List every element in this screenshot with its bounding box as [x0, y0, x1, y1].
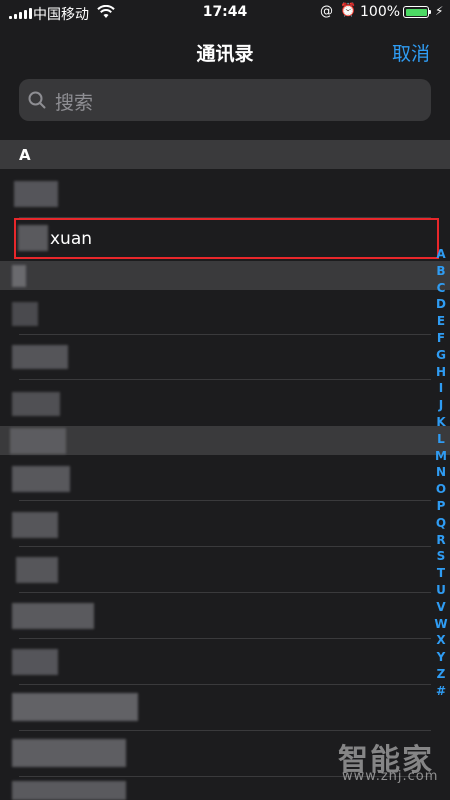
search-icon — [28, 91, 46, 109]
alphabet-index[interactable]: A B C D E F G H I J K L M N O P Q R S T U V W X Y Z # — [432, 246, 450, 700]
index-letter-w[interactable]: W — [432, 616, 450, 633]
section-label: A — [19, 146, 31, 164]
contact-row[interactable] — [0, 169, 450, 217]
battery-percent: 100% — [360, 4, 401, 20]
watermark-url: www.znj.com — [342, 769, 439, 784]
pixelated-name — [12, 649, 58, 675]
index-letter-a[interactable]: A — [432, 246, 450, 263]
section-header-a: A — [0, 140, 450, 169]
contact-row[interactable] — [0, 455, 450, 500]
index-letter-v[interactable]: V — [432, 599, 450, 616]
highlight-box — [14, 218, 439, 259]
search-input[interactable]: 搜索 — [19, 79, 431, 121]
contact-row[interactable] — [0, 290, 450, 334]
pixelated-section-label — [12, 265, 26, 287]
index-letter-r[interactable]: R — [432, 532, 450, 549]
index-letter-z[interactable]: Z — [432, 666, 450, 683]
index-letter-y[interactable]: Y — [432, 649, 450, 666]
battery-icon — [403, 6, 429, 18]
pixelated-name — [12, 392, 60, 416]
index-letter-q[interactable]: Q — [432, 515, 450, 532]
contact-row[interactable] — [0, 501, 450, 546]
index-letter-t[interactable]: T — [432, 565, 450, 582]
orientation-lock-icon: @ — [320, 4, 333, 19]
pixelated-name — [12, 512, 58, 538]
index-letter-hash[interactable]: # — [432, 683, 450, 700]
index-letter-o[interactable]: O — [432, 481, 450, 498]
index-letter-s[interactable]: S — [432, 548, 450, 565]
pixelated-name — [12, 466, 70, 492]
index-letter-h[interactable]: H — [432, 364, 450, 381]
index-letter-d[interactable]: D — [432, 296, 450, 313]
contact-row[interactable] — [0, 380, 450, 426]
index-letter-j[interactable]: J — [432, 397, 450, 414]
index-letter-k[interactable]: K — [432, 414, 450, 431]
battery-tip — [429, 10, 431, 14]
pixelated-name — [12, 345, 68, 369]
pixelated-name — [14, 181, 58, 207]
pixelated-name — [12, 693, 138, 721]
pixelated-name — [12, 739, 126, 767]
search-placeholder: 搜索 — [55, 92, 94, 114]
alarm-icon: ⏰ — [340, 3, 357, 18]
pixelated-name — [12, 781, 126, 800]
pixelated-section-label — [10, 428, 66, 454]
index-letter-n[interactable]: N — [432, 464, 450, 481]
section-header-b — [0, 261, 450, 290]
charging-icon: ⚡ — [435, 4, 444, 18]
status-bar: 中国移动 17:44 @ ⏰ 100% ⚡ — [0, 0, 450, 26]
index-letter-i[interactable]: I — [432, 380, 450, 397]
contact-row[interactable] — [0, 547, 450, 592]
pixelated-name — [16, 557, 58, 583]
index-letter-c[interactable]: C — [432, 280, 450, 297]
index-letter-p[interactable]: P — [432, 498, 450, 515]
page-title: 通讯录 — [196, 43, 254, 65]
index-letter-g[interactable]: G — [432, 347, 450, 364]
pixelated-name — [12, 603, 94, 629]
contact-row[interactable] — [0, 639, 450, 684]
index-letter-x[interactable]: X — [432, 632, 450, 649]
index-letter-e[interactable]: E — [432, 313, 450, 330]
index-letter-b[interactable]: B — [432, 263, 450, 280]
index-letter-m[interactable]: M — [432, 448, 450, 465]
index-letter-u[interactable]: U — [432, 582, 450, 599]
section-header-c — [0, 426, 450, 455]
index-letter-l[interactable]: L — [432, 431, 450, 448]
contact-row[interactable] — [0, 335, 450, 379]
contact-row[interactable] — [0, 593, 450, 638]
pixelated-name — [12, 302, 38, 326]
contact-row[interactable] — [0, 685, 450, 730]
index-letter-f[interactable]: F — [432, 330, 450, 347]
cancel-button[interactable]: 取消 — [392, 39, 430, 66]
